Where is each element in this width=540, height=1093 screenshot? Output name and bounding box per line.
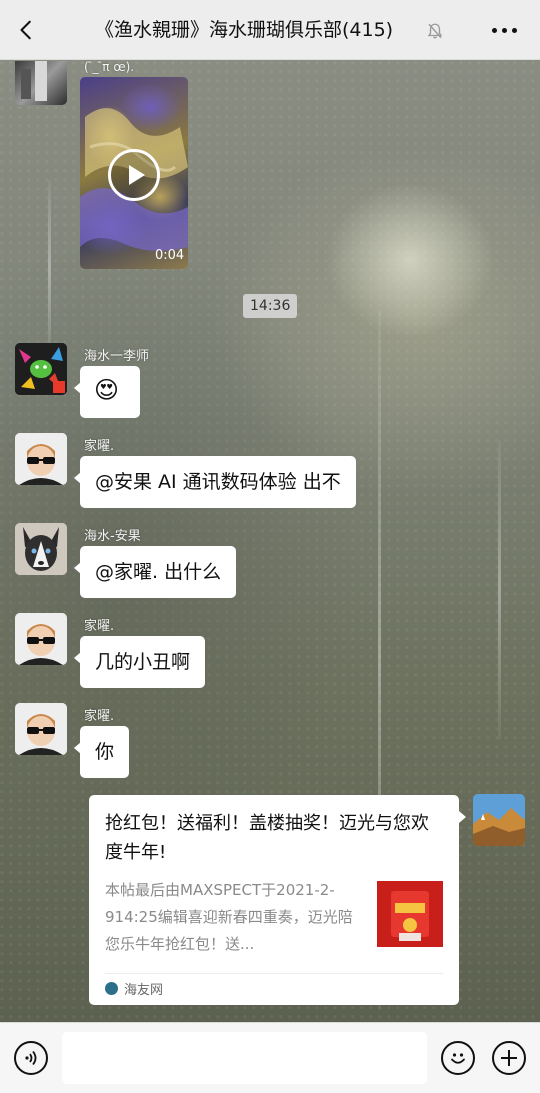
card-source-label: 海友网 — [124, 983, 164, 998]
bell-muted-icon — [427, 23, 443, 39]
avatar-image — [15, 523, 67, 575]
avatar[interactable] — [473, 794, 525, 846]
card-thumbnail-image — [377, 881, 443, 947]
source-app-icon — [105, 982, 118, 995]
more-dots-icon — [511, 27, 517, 33]
message-input[interactable] — [62, 1032, 427, 1084]
sender-name: 海水一李师 — [84, 349, 150, 364]
play-button[interactable] — [108, 149, 160, 201]
sender-name: 家曜. — [84, 439, 115, 454]
avatar-image — [21, 61, 47, 101]
plus-icon — [501, 1050, 517, 1066]
card-title: 抢红包！送福利！盖楼抽奖！迈光与您欢度牛年! — [105, 813, 429, 863]
more-dots-icon — [491, 27, 497, 33]
message-timestamp: 14:36 — [243, 294, 298, 318]
message-bubble[interactable]: 😍 — [74, 366, 140, 418]
input-bar — [0, 1022, 540, 1093]
avatar-image — [473, 794, 525, 846]
avatar-image — [15, 703, 67, 755]
voice-button[interactable] — [14, 1041, 48, 1075]
voice-icon — [25, 1050, 37, 1066]
avatar-image — [15, 433, 67, 485]
emoji-button[interactable] — [441, 1041, 475, 1075]
card-divider — [105, 973, 443, 974]
chevron-left-icon — [20, 20, 31, 40]
avatar[interactable] — [15, 703, 67, 755]
more-dots-icon — [501, 27, 507, 33]
message-bubble[interactable]: @家曜. 出什么 — [73, 546, 237, 598]
avatar[interactable] — [15, 613, 67, 665]
avatar[interactable] — [15, 61, 67, 105]
avatar-image — [15, 343, 67, 395]
sender-name: 家曜. — [84, 619, 115, 634]
chat-title[interactable]: 《渔水親珊》海水珊瑚俱乐部(415) — [95, 16, 425, 44]
avatar-image — [15, 613, 67, 665]
emoji-icon — [451, 1053, 465, 1064]
chat-header: 《渔水親珊》海水珊瑚俱乐部(415) — [0, 0, 540, 60]
background-drip — [498, 440, 501, 740]
more-button[interactable] — [486, 16, 522, 44]
background-drip — [48, 180, 51, 360]
link-card[interactable]: 抢红包！送福利！盖楼抽奖！迈光与您欢度牛年! 本帖最后由MAXSPECT于202… — [89, 795, 466, 1005]
avatar[interactable] — [15, 523, 67, 575]
card-thumbnail — [377, 881, 443, 947]
plus-button[interactable] — [492, 1041, 526, 1075]
message-bubble[interactable]: 你 — [73, 726, 130, 778]
sender-name: ( ̄_ ̄π œ). — [84, 60, 135, 74]
card-description: 本帖最后由MAXSPECT于2021-2-914:25编辑喜迎新春四重奏，迈光陪… — [105, 881, 353, 953]
avatar[interactable] — [15, 343, 67, 395]
sender-name: 家曜. — [84, 709, 115, 724]
sender-name: 海水-安果 — [84, 529, 141, 544]
card-source: 海友网 — [105, 979, 163, 998]
message-bubble[interactable]: 几的小丑啊 — [73, 636, 206, 688]
video-duration: 0:04 — [155, 248, 185, 263]
avatar[interactable] — [15, 433, 67, 485]
back-button[interactable] — [12, 14, 42, 46]
message-bubble[interactable]: @安果 AI 通讯数码体验 出不 — [74, 456, 356, 508]
